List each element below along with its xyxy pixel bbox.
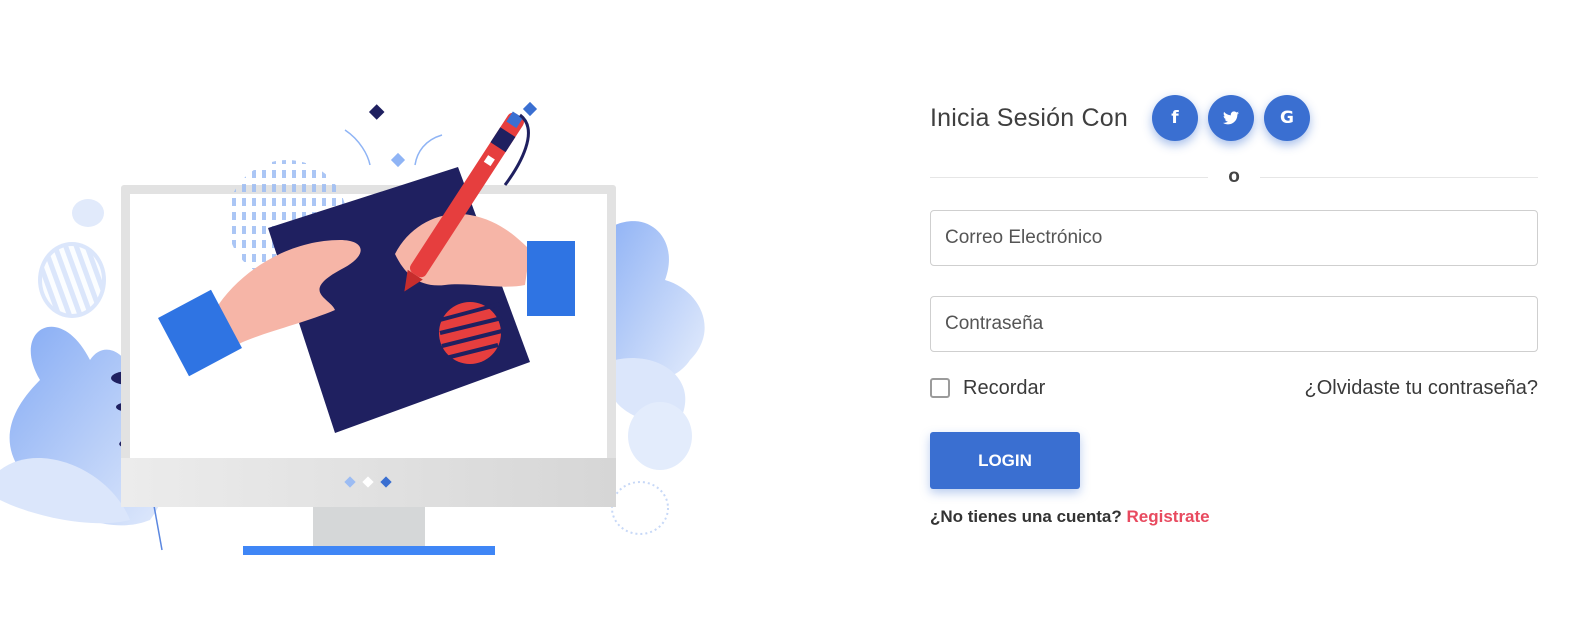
- or-divider: o: [930, 163, 1538, 191]
- google-login-button[interactable]: G: [1263, 95, 1310, 141]
- social-login-row: Inicia Sesión Con f G: [930, 95, 1538, 141]
- register-link[interactable]: Registrate: [1126, 507, 1209, 526]
- remember-me: Recordar: [930, 377, 1045, 400]
- facebook-login-button[interactable]: f: [1151, 95, 1198, 141]
- hero-illustration: [0, 90, 740, 570]
- divider-line-right: [1260, 177, 1538, 178]
- password-field[interactable]: [930, 296, 1538, 352]
- login-options-row: Recordar ¿Olvidaste tu contraseña?: [930, 376, 1538, 400]
- remember-checkbox[interactable]: [930, 378, 950, 398]
- facebook-icon: f: [1171, 108, 1179, 128]
- twitter-icon: [1222, 111, 1239, 125]
- twitter-login-button[interactable]: [1207, 95, 1254, 141]
- social-login-title: Inicia Sesión Con: [930, 103, 1128, 132]
- remember-label: Recordar: [963, 376, 1046, 399]
- forgot-password-link[interactable]: ¿Olvidaste tu contraseña?: [1305, 377, 1538, 400]
- register-row: ¿No tienes una cuenta? Registrate: [930, 507, 1538, 527]
- email-field[interactable]: [930, 210, 1538, 266]
- login-button[interactable]: LOGIN: [930, 432, 1080, 489]
- no-account-text: ¿No tienes una cuenta?: [930, 507, 1122, 526]
- login-panel: Inicia Sesión Con f G o Recordar ¿Olvida…: [930, 95, 1538, 527]
- google-icon: G: [1279, 108, 1294, 128]
